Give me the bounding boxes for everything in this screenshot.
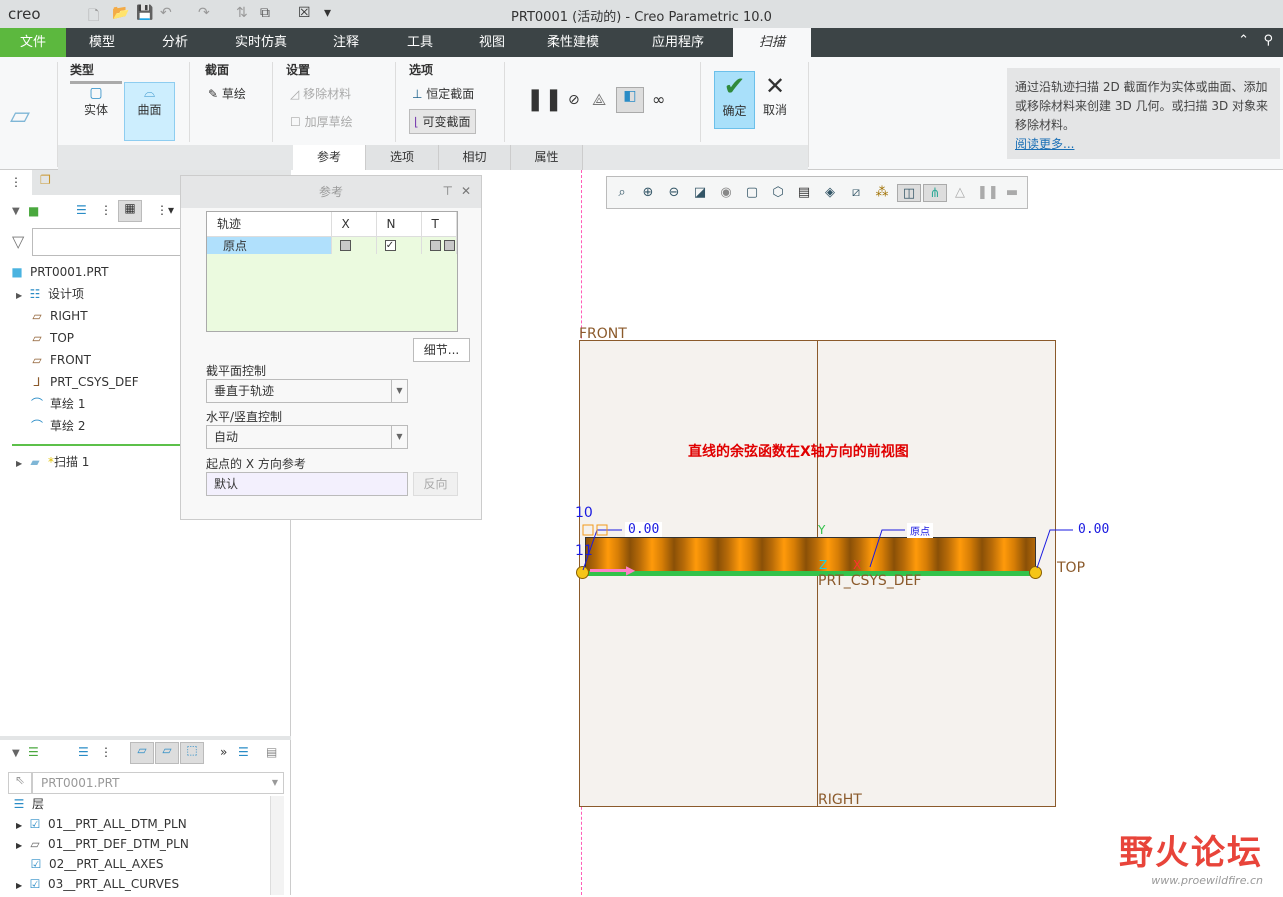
trajectory-name[interactable]: 原点 [207,236,332,254]
t-checkbox[interactable] [429,240,441,252]
section-plane-value: 垂直于轨迹 [214,384,275,398]
close-icon[interactable]: ✕ [461,184,471,198]
details-button[interactable]: 细节... [413,338,470,362]
start-leader [582,529,622,571]
section-plane-select[interactable]: 垂直于轨迹 ▼ [206,379,408,403]
col-n: N [376,212,422,237]
t-checkbox[interactable] [444,240,456,252]
origin-leader [869,529,905,568]
watermark-logo: 野火论坛 [1119,833,1263,873]
table-row[interactable]: 原点 ✓ [207,236,457,254]
col-t: T [421,212,457,237]
hv-control-select[interactable]: 自动 ▼ [206,425,408,449]
x-checkbox[interactable] [339,240,351,252]
chevron-down-icon: ▼ [391,426,407,448]
trajectory-table: 轨迹 X N T 原点 ✓ [206,211,458,332]
col-trajectory: 轨迹 [207,212,332,237]
end-leader [1036,529,1073,569]
section-plane-label: 截平面控制 [206,364,267,378]
references-dialog: 参考 ⊤ ✕ 轨迹 X N T 原点 ✓ 细节... 截平面控制 垂直于轨迹 ▼ 水平/… [180,175,482,520]
flip-button[interactable]: 反向 [413,472,458,496]
x-direction-label: 起点的 X 方向参考 [206,457,306,471]
col-x: X [331,212,377,237]
chevron-down-icon: ▼ [391,380,407,402]
n-checkbox[interactable]: ✓ [384,240,396,252]
marker-box [582,524,594,536]
x-direction-value: 默认 [214,477,239,491]
dialog-title[interactable]: 参考 [181,176,481,208]
hv-control-value: 自动 [214,430,239,444]
watermark-url: www.proewildfire.cn [1151,874,1263,887]
pin-icon[interactable]: ⊤ [443,184,453,198]
x-direction-field[interactable]: 默认 [206,472,408,496]
hv-control-label: 水平/竖直控制 [206,410,283,424]
watermark: 野火论坛 www.proewildfire.cn [1119,825,1263,887]
